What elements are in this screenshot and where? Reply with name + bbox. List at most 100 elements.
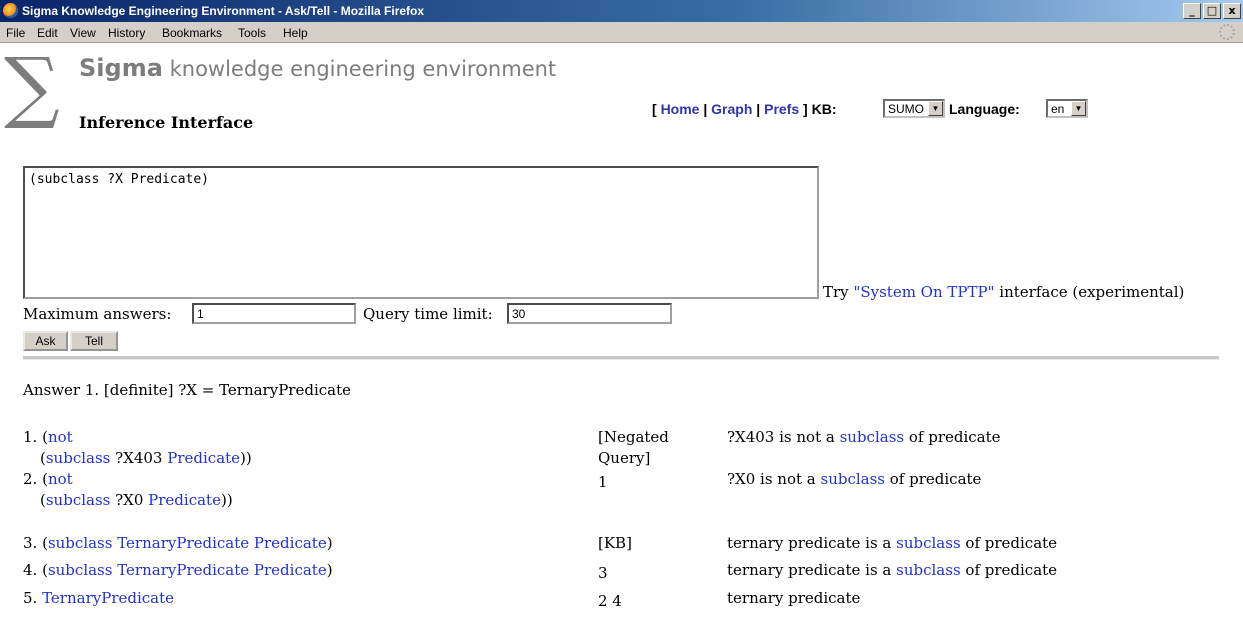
paraphrase-pre: ?X403 is not a	[727, 428, 840, 446]
term-link-subclass[interactable]: subclass	[46, 491, 111, 509]
menubar: File Edit View History Bookmarks Tools H…	[0, 22, 1243, 43]
window-title: Sigma Knowledge Engineering Environment …	[22, 4, 425, 18]
firefox-icon	[3, 3, 18, 18]
menu-history[interactable]: History	[108, 26, 145, 40]
proof-formula-line: (subclass ?X403 Predicate))	[23, 448, 583, 469]
top-nav: [ Home | Graph | Prefs ] KB:	[652, 101, 836, 117]
proof-step-number: 1.	[23, 428, 38, 446]
proof-step-number: 3.	[23, 534, 38, 552]
paraphrase-pre: ternary predicate is a	[727, 561, 897, 579]
brand-tagline: knowledge engineering environment	[169, 57, 557, 81]
tptp-suffix: interface (experimental)	[999, 283, 1185, 301]
tptp-prefix: Try	[823, 283, 849, 301]
proof-step: 5. TernaryPredicate 2 4 ternary predicat…	[23, 588, 1223, 610]
max-answers-input[interactable]: 1	[192, 303, 356, 324]
proof-formula-line: (subclass ?X0 Predicate))	[23, 490, 583, 511]
proof-formula-line: 2. (not	[23, 469, 583, 490]
chevron-down-icon[interactable]: ▼	[928, 101, 943, 116]
term-link-not[interactable]: not	[48, 428, 73, 446]
paraphrase-pre: ternary predicate is a	[727, 534, 897, 552]
menu-tools[interactable]: Tools	[238, 26, 266, 40]
proof-formula: 5. TernaryPredicate	[23, 588, 583, 609]
kb-select[interactable]: SUMO ▼	[883, 99, 945, 118]
nav-separator: |	[756, 101, 761, 117]
proof-paraphrase: ?X403 is not a subclass of predicate	[727, 427, 1227, 448]
proof-step-number: 5.	[23, 589, 38, 607]
menu-file[interactable]: File	[6, 26, 25, 40]
time-limit-input[interactable]: 30	[507, 303, 672, 324]
proof-paraphrase: ?X0 is not a subclass of predicate	[727, 469, 1227, 490]
language-label: Language:	[949, 101, 1020, 117]
max-answers-label: Maximum answers:	[23, 305, 172, 323]
close-button[interactable]: x	[1223, 3, 1241, 19]
language-select[interactable]: en ▼	[1046, 99, 1088, 118]
proof-formula: 4. (subclass TernaryPredicate Predicate)	[23, 560, 583, 581]
throbber-icon	[1219, 24, 1235, 40]
chevron-down-icon[interactable]: ▼	[1071, 101, 1086, 116]
term-link-predicate[interactable]: Predicate	[167, 449, 240, 467]
menu-bookmarks[interactable]: Bookmarks	[162, 26, 222, 40]
proof-step-number: 2.	[23, 470, 38, 488]
brand-name: Sigma	[79, 54, 163, 82]
kb-select-value: SUMO	[888, 102, 924, 116]
proof-formula: 3. (subclass TernaryPredicate Predicate)	[23, 533, 583, 554]
window-titlebar: Sigma Knowledge Engineering Environment …	[0, 0, 1243, 22]
nav-graph-link[interactable]: Graph	[711, 101, 752, 117]
paren-close: ))	[220, 491, 233, 509]
nav-open-bracket: [	[652, 101, 657, 117]
proof-source: 3	[598, 564, 608, 582]
proof-source: [KB]	[598, 534, 632, 552]
term-link-not[interactable]: not	[48, 470, 73, 488]
nav-close-bracket: ]	[803, 101, 808, 117]
proof-paraphrase: ternary predicate	[727, 589, 861, 607]
proof-source: [Negated Query]	[598, 428, 669, 467]
ask-button[interactable]: Ask	[23, 331, 68, 351]
paraphrase-post: of predicate	[904, 428, 1001, 446]
term-link-formula[interactable]: subclass TernaryPredicate Predicate	[48, 561, 327, 579]
paraphrase-post: of predicate	[885, 470, 982, 488]
proof-source: 2 4	[598, 592, 622, 610]
nav-prefs-link[interactable]: Prefs	[764, 101, 799, 117]
menu-edit[interactable]: Edit	[37, 26, 58, 40]
variable-text: ?X0	[110, 491, 149, 509]
query-textarea[interactable]: (subclass ?X Predicate)	[23, 166, 819, 299]
tptp-link[interactable]: "System On TPTP"	[853, 283, 994, 301]
kb-label: KB:	[811, 101, 837, 117]
language-select-value: en	[1051, 102, 1065, 116]
brand-title: Sigma knowledge engineering environment	[79, 54, 556, 82]
time-limit-label: Query time limit:	[363, 305, 493, 323]
nav-home-link[interactable]: Home	[661, 101, 700, 117]
maximize-button[interactable]: □	[1203, 3, 1221, 19]
paraphrase-pre: ?X0 is not a	[727, 470, 821, 488]
variable-text: ?X403	[110, 449, 168, 467]
paraphrase-post: of predicate	[960, 534, 1058, 552]
proof-formula: 2. (not (subclass ?X0 Predicate))	[23, 469, 583, 511]
sigma-logo-icon: ∑	[4, 42, 60, 132]
proof-formula-line: 1. (not	[23, 427, 583, 448]
proof-step: 3. (subclass TernaryPredicate Predicate)…	[23, 533, 1223, 555]
nav-separator: |	[703, 101, 708, 117]
paren-close: ))	[240, 449, 252, 467]
window-controls: _ □ x	[1183, 3, 1241, 19]
page-subtitle: Inference Interface	[79, 113, 254, 132]
menu-help[interactable]: Help	[283, 26, 308, 40]
term-link-ternarypredicate[interactable]: TernaryPredicate	[42, 589, 174, 607]
menu-view[interactable]: View	[70, 26, 96, 40]
proof-step: 2. (not (subclass ?X0 Predicate)) 1 ?X0 …	[23, 469, 1223, 511]
term-link-subclass[interactable]: subclass	[896, 534, 961, 552]
term-link-predicate[interactable]: Predicate	[148, 491, 221, 509]
proof-step-number: 4.	[23, 561, 38, 579]
tptp-hint: Try "System On TPTP" interface (experime…	[823, 283, 1184, 301]
term-link-subclass[interactable]: subclass	[46, 449, 111, 467]
term-link-formula[interactable]: subclass TernaryPredicate Predicate	[48, 534, 327, 552]
term-link-subclass[interactable]: subclass	[896, 561, 961, 579]
paren-close: )	[326, 561, 333, 579]
term-link-subclass[interactable]: subclass	[840, 428, 905, 446]
divider	[23, 356, 1219, 360]
proof-paraphrase: ternary predicate is a subclass of predi…	[727, 533, 1227, 554]
paren-close: )	[326, 534, 333, 552]
term-link-subclass[interactable]: subclass	[821, 470, 886, 488]
proof-formula: 1. (not (subclass ?X403 Predicate))	[23, 427, 583, 469]
minimize-button[interactable]: _	[1183, 3, 1201, 19]
tell-button[interactable]: Tell	[70, 331, 118, 351]
